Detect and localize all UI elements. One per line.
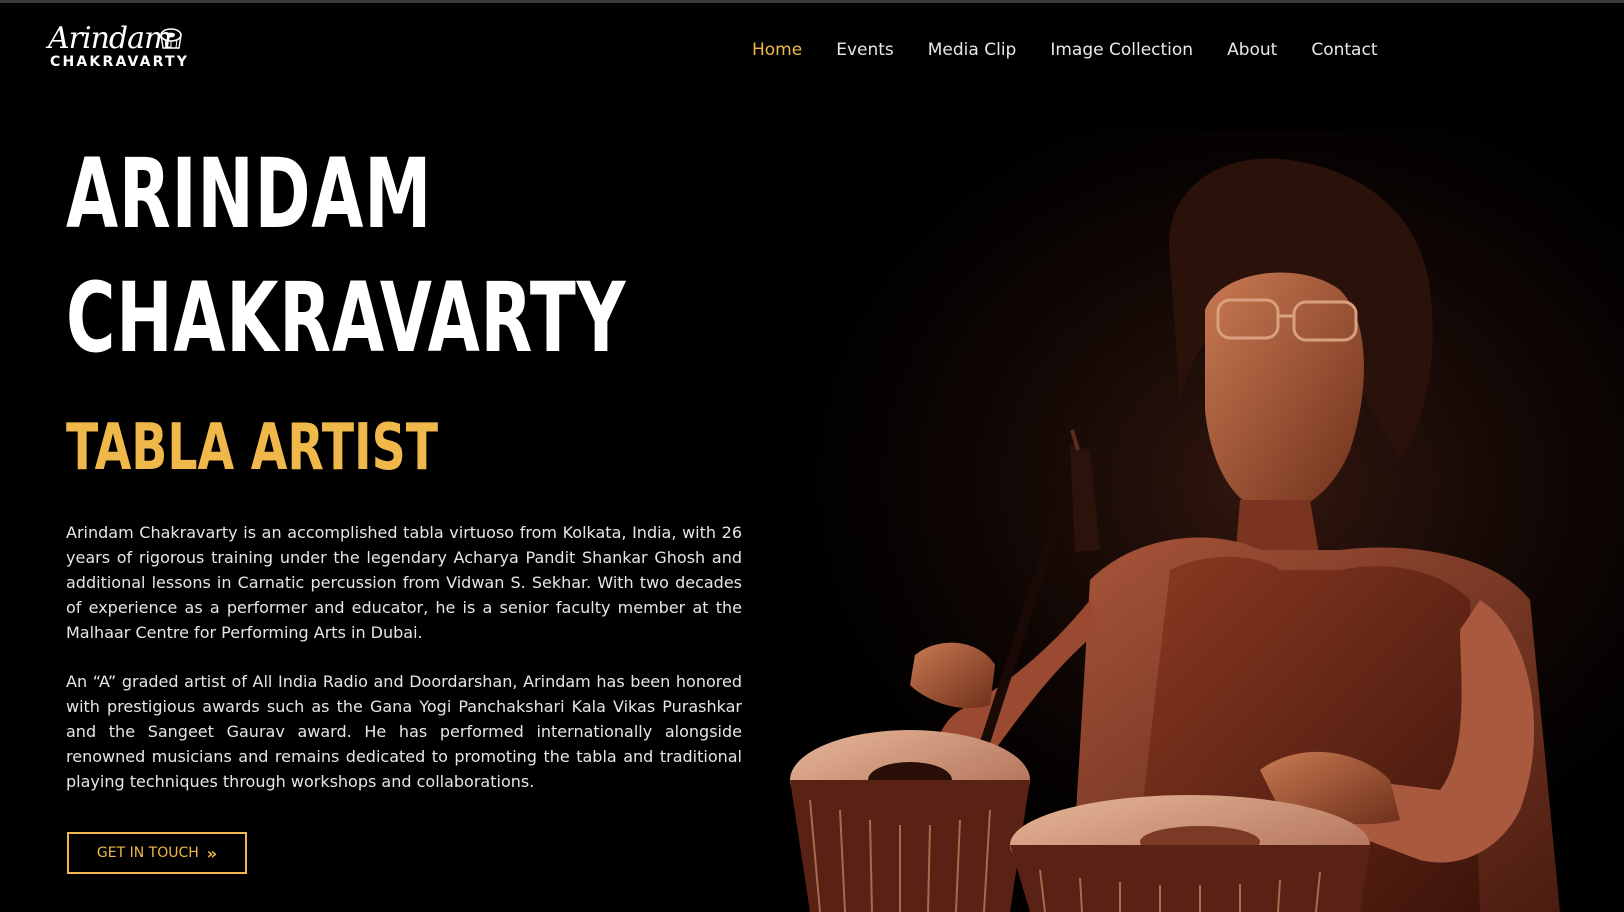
main-nav: Home Events Media Clip Image Collection … [752, 36, 1411, 64]
logo-subtitle: CHAKRAVARTY [50, 54, 190, 70]
hero-photo-tabla-player [700, 130, 1624, 912]
nav-item-home[interactable]: Home [752, 36, 802, 64]
bio-paragraph-2: An “A” graded artist of All India Radio … [66, 672, 742, 791]
nav-item-events[interactable]: Events [836, 36, 894, 64]
tabla-emblem-icon [160, 28, 182, 49]
nav-item-contact[interactable]: Contact [1311, 36, 1377, 64]
double-chevron-right-icon: » [206, 843, 218, 863]
logo-script: Arindam [48, 21, 172, 56]
nav-item-media-clip[interactable]: Media Clip [928, 36, 1017, 64]
hero-subtitle: TABLA ARTIST [66, 411, 439, 485]
get-in-touch-button[interactable]: GET IN TOUCH » [67, 832, 247, 874]
hero-name-line-1: ARINDAM [66, 138, 433, 250]
bio-paragraph-1: Arindam Chakravarty is an accomplished t… [66, 523, 742, 642]
hero-name-line-2: CHAKRAVARTY [66, 262, 627, 374]
top-rule [0, 0, 1624, 3]
site-logo[interactable]: Arindam CHAKRAVARTY [48, 22, 198, 72]
nav-item-about[interactable]: About [1227, 36, 1277, 64]
cta-label: GET IN TOUCH [96, 845, 199, 861]
nav-item-image-collection[interactable]: Image Collection [1050, 36, 1193, 64]
